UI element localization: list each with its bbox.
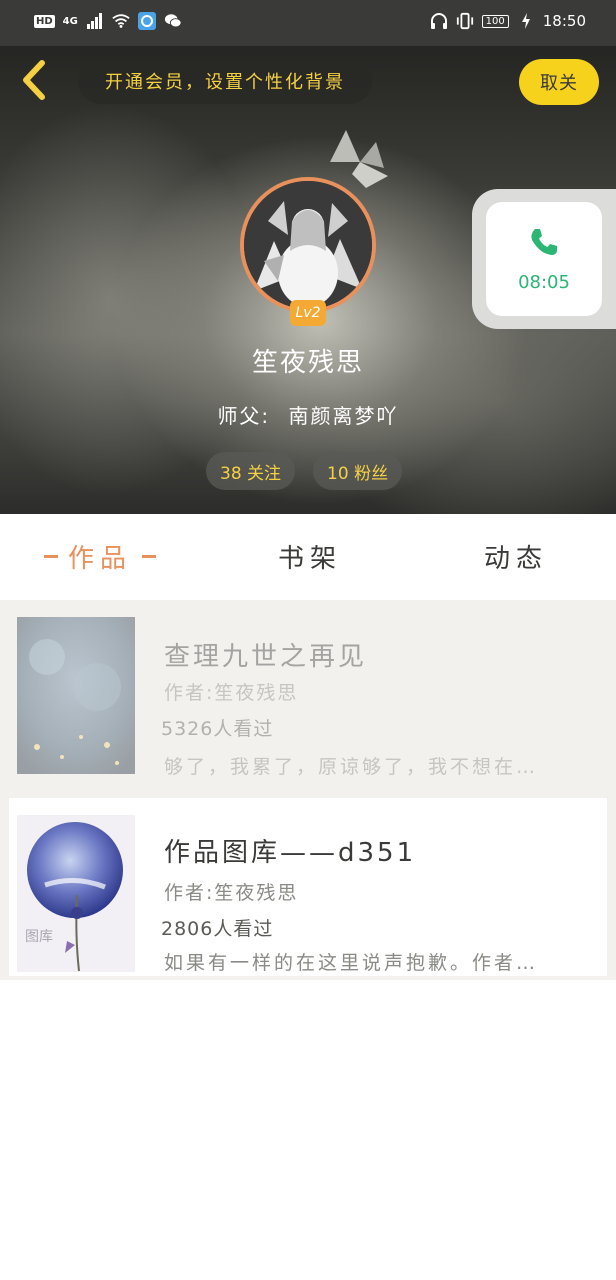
following-count-button[interactable]: 38 关注 — [206, 452, 296, 490]
work-description: 够了，我累了，原谅够了，我不想在… — [164, 756, 539, 778]
master-label: 师父: — [217, 404, 271, 428]
wifi-icon — [112, 12, 130, 30]
followers-count-button[interactable]: 10 粉丝 — [313, 452, 403, 490]
work-cover: 图库 — [17, 815, 135, 972]
master-row: 师父: 南颜离梦吖 — [0, 400, 616, 429]
tab-works[interactable]: 作品 — [44, 538, 157, 575]
battery-indicator: 100 — [481, 14, 509, 28]
username: 笙夜残思 — [251, 348, 364, 378]
list-item[interactable]: 图库 作品图库——d351 作者:笙夜残思 2806人看过 如果有一样的在这里说… — [9, 798, 607, 976]
work-title: 作品图库——d351 — [164, 838, 417, 868]
wechat-icon — [164, 12, 182, 30]
tab-works-label: 作品 — [68, 544, 133, 574]
status-time: 18:50 — [542, 12, 586, 30]
network-type: 4G — [62, 15, 78, 27]
work-author: 作者:笙夜残思 — [164, 882, 299, 904]
tab-active-dash-left — [44, 555, 58, 558]
list-item[interactable]: 查理九世之再见 作者:笙夜残思 5326人看过 够了，我累了，原谅够了，我不想在… — [9, 600, 607, 778]
phone-icon — [531, 228, 557, 255]
tab-active-dash-right — [142, 555, 157, 558]
back-button[interactable] — [14, 58, 54, 102]
thumb-tag: 图库 — [25, 929, 53, 945]
work-author: 作者:笙夜残思 — [164, 682, 299, 704]
hd-badge: HD — [34, 14, 55, 28]
tab-bookshelf[interactable]: 书架 — [278, 538, 342, 575]
profile-page: HD 4G 100 18:50 开通会员，设置个性化背景 取关 Lv2 笙夜残思… — [0, 0, 616, 1280]
avatar-image — [244, 181, 372, 309]
vip-background-banner[interactable]: 开通会员，设置个性化背景 — [78, 58, 372, 104]
vibrate-icon — [456, 12, 474, 30]
app-notification-icon — [137, 12, 156, 30]
work-description: 如果有一样的在这里说声抱歉。作者… — [164, 952, 539, 974]
status-bar: HD 4G 100 18:50 — [0, 0, 616, 46]
signal-icon — [86, 12, 104, 30]
chevron-left-icon — [23, 60, 45, 100]
stats-row: 38 关注 10 粉丝 — [206, 452, 403, 490]
work-views: 2806人看过 — [161, 918, 274, 940]
headphones-icon — [430, 12, 448, 30]
work-title: 查理九世之再见 — [164, 642, 368, 672]
master-name[interactable]: 南颜离梦吖 — [289, 404, 399, 428]
works-list: 查理九世之再见 作者:笙夜残思 5326人看过 够了，我累了，原谅够了，我不想在… — [0, 600, 616, 980]
work-cover — [17, 617, 135, 774]
status-left: HD 4G — [34, 12, 182, 30]
unfollow-button[interactable]: 取关 — [519, 59, 599, 105]
tab-activity[interactable]: 动态 — [484, 538, 548, 575]
call-duration: 08:05 — [518, 271, 570, 293]
charging-icon — [517, 12, 535, 30]
status-right: 100 18:50 — [430, 12, 586, 30]
call-widget-card[interactable]: 08:05 — [486, 202, 602, 316]
avatar[interactable] — [240, 177, 376, 313]
work-views: 5326人看过 — [161, 718, 274, 740]
level-badge: Lv2 — [290, 300, 326, 326]
profile-tabs: 作品 书架 动态 — [0, 514, 616, 600]
call-floating-widget[interactable]: 08:05 — [472, 189, 616, 329]
